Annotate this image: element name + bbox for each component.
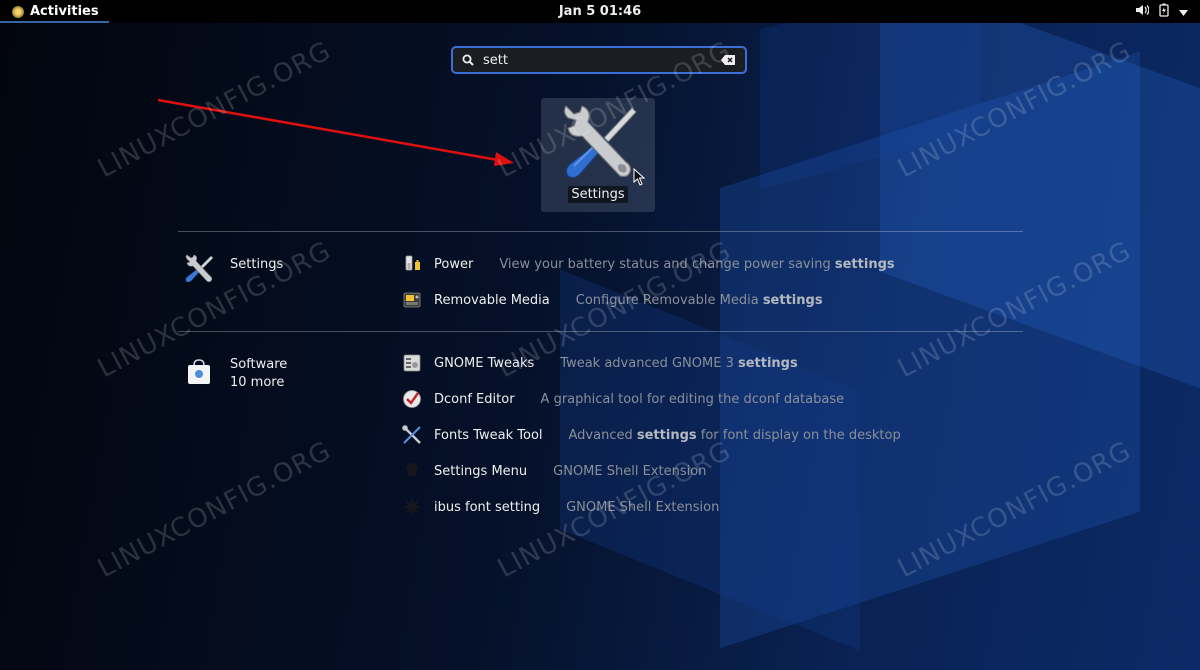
result-name: Fonts Tweak Tool xyxy=(434,427,543,443)
result-description: Configure Removable Media settings xyxy=(575,292,823,308)
clock[interactable]: Jan 5 01:46 xyxy=(0,4,1200,19)
search-icon xyxy=(453,54,483,66)
provider-title: Settings xyxy=(230,257,284,272)
top-result-label: Settings xyxy=(541,186,655,203)
search-bar[interactable] xyxy=(451,46,747,74)
activities-label: Activities xyxy=(30,4,99,19)
result-description: GNOME Shell Extension xyxy=(553,463,707,479)
activities-icon xyxy=(12,5,24,18)
result-description: View your battery status and change powe… xyxy=(499,256,895,272)
gnome-tweaks-icon xyxy=(401,352,423,374)
result-description: Tweak advanced GNOME 3 settings xyxy=(560,355,798,371)
provider-settings[interactable]: Settings xyxy=(183,253,283,285)
fonts-tweak-tool-icon xyxy=(401,424,423,446)
section-separator xyxy=(178,331,1023,332)
battery-icon[interactable] xyxy=(1159,3,1169,20)
volume-icon[interactable] xyxy=(1135,4,1150,19)
result-description: Advanced settings for font display on th… xyxy=(568,427,901,443)
result-name: ibus font setting xyxy=(434,499,541,515)
dconf-editor-icon xyxy=(401,388,423,410)
result-ibus-font-setting[interactable]: ibus font setting GNOME Shell Extension xyxy=(401,496,719,518)
result-name: GNOME Tweaks xyxy=(434,355,535,371)
removable-media-icon xyxy=(401,289,423,311)
power-icon xyxy=(401,253,423,275)
software-icon xyxy=(183,356,215,388)
result-name: Power xyxy=(434,256,474,272)
top-bar: Activities Jan 5 01:46 xyxy=(0,0,1200,23)
result-removable-media[interactable]: Removable Media Configure Removable Medi… xyxy=(401,289,823,311)
provider-software[interactable]: Software 10 more xyxy=(183,356,287,392)
result-description: A graphical tool for editing the dconf d… xyxy=(540,391,845,407)
provider-more-count[interactable]: 10 more xyxy=(230,374,287,392)
ibus-font-setting-icon xyxy=(401,496,423,518)
provider-title: Software xyxy=(230,357,288,372)
result-description: GNOME Shell Extension xyxy=(566,499,720,515)
result-gnome-tweaks[interactable]: GNOME Tweaks Tweak advanced GNOME 3 sett… xyxy=(401,352,798,374)
top-result-settings[interactable]: Settings xyxy=(541,98,655,212)
clear-icon[interactable] xyxy=(711,55,745,65)
result-dconf-editor[interactable]: Dconf Editor A graphical tool for editin… xyxy=(401,388,844,410)
settings-icon xyxy=(558,104,638,184)
result-name: Dconf Editor xyxy=(434,391,515,407)
activities-button[interactable]: Activities xyxy=(0,0,109,23)
settings-icon xyxy=(183,253,215,285)
result-fonts-tweak-tool[interactable]: Fonts Tweak Tool Advanced settings for f… xyxy=(401,424,901,446)
result-name: Settings Menu xyxy=(434,463,528,479)
settings-menu-icon xyxy=(401,460,423,482)
result-settings-menu[interactable]: Settings Menu GNOME Shell Extension xyxy=(401,460,706,482)
result-name: Removable Media xyxy=(434,292,550,308)
section-separator xyxy=(178,231,1023,232)
result-power[interactable]: Power View your battery status and chang… xyxy=(401,253,895,275)
mouse-cursor-icon xyxy=(633,168,646,186)
search-input[interactable] xyxy=(483,52,711,68)
system-menu-icon[interactable] xyxy=(1179,5,1188,19)
system-tray[interactable] xyxy=(1135,0,1188,23)
